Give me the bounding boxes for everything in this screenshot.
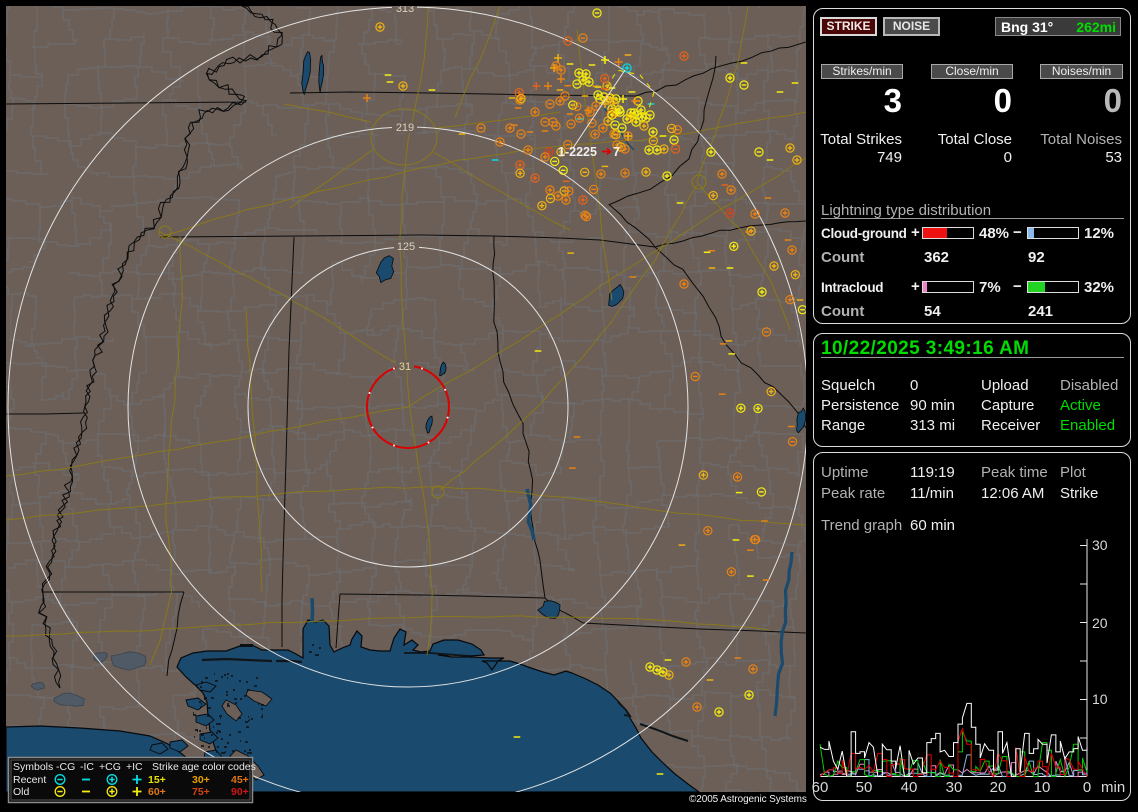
svg-text:219: 219 bbox=[396, 122, 414, 134]
svg-text:10: 10 bbox=[1034, 779, 1051, 796]
svg-text:45+: 45+ bbox=[231, 774, 249, 786]
svg-text:-IC: -IC bbox=[80, 761, 94, 773]
svg-text:-CG: -CG bbox=[56, 761, 75, 773]
svg-text:31: 31 bbox=[399, 361, 411, 373]
svg-text:7: 7 bbox=[613, 145, 620, 159]
svg-text:Strike age color codes: Strike age color codes bbox=[152, 761, 256, 773]
svg-text:Symbols: Symbols bbox=[13, 761, 53, 773]
svg-text:60+: 60+ bbox=[148, 786, 166, 798]
svg-text:20: 20 bbox=[1092, 615, 1108, 631]
svg-text:+CG: +CG bbox=[99, 761, 121, 773]
svg-text:15+: 15+ bbox=[148, 774, 166, 786]
svg-text:30: 30 bbox=[1092, 537, 1108, 553]
svg-text:0: 0 bbox=[1083, 779, 1091, 796]
svg-text:125: 125 bbox=[397, 241, 415, 253]
svg-text:75+: 75+ bbox=[192, 786, 210, 798]
svg-text:50: 50 bbox=[856, 779, 873, 796]
svg-text:10: 10 bbox=[1092, 691, 1108, 707]
svg-text:+IC: +IC bbox=[126, 761, 143, 773]
svg-text:30+: 30+ bbox=[192, 774, 210, 786]
svg-text:60: 60 bbox=[812, 779, 829, 796]
svg-text:313: 313 bbox=[396, 6, 414, 15]
svg-text:min: min bbox=[1101, 779, 1125, 796]
svg-text:20: 20 bbox=[990, 779, 1007, 796]
svg-text:30: 30 bbox=[946, 779, 963, 796]
svg-text:90+: 90+ bbox=[231, 786, 249, 798]
svg-text:40: 40 bbox=[901, 779, 918, 796]
svg-text:Recent: Recent bbox=[13, 774, 46, 786]
svg-text:Old: Old bbox=[13, 786, 30, 798]
svg-text:1-2225: 1-2225 bbox=[558, 145, 597, 159]
